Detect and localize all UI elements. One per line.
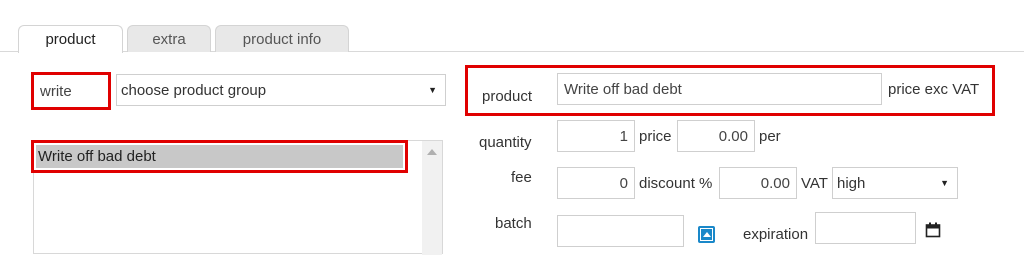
- discount-field[interactable]: 0.00: [719, 167, 797, 199]
- vat-label: VAT: [801, 175, 828, 192]
- expand-up-icon[interactable]: [698, 226, 715, 243]
- product-group-select-value: choose product group: [121, 81, 267, 99]
- price-mode-label: price exc VAT: [888, 81, 980, 98]
- product-group-select[interactable]: choose product group ▼: [116, 74, 446, 106]
- tab-product-info[interactable]: product info: [215, 25, 349, 52]
- list-scrollbar[interactable]: [422, 141, 442, 255]
- list-item[interactable]: Write off bad debt: [36, 145, 403, 168]
- expiration-field[interactable]: [815, 212, 916, 244]
- per-label: per: [759, 128, 781, 145]
- chevron-down-icon: ▼: [940, 178, 949, 188]
- chevron-down-icon: ▼: [428, 85, 437, 95]
- tab-product[interactable]: product: [18, 25, 123, 53]
- batch-field[interactable]: [557, 215, 684, 247]
- tab-product-info-label: product info: [242, 30, 322, 48]
- write-field-value: write: [40, 82, 72, 100]
- tab-product-label: product: [45, 31, 96, 48]
- calendar-icon[interactable]: [925, 222, 941, 238]
- batch-label: batch: [495, 215, 532, 232]
- expiration-label: expiration: [743, 226, 809, 243]
- tab-extra-label: extra: [152, 30, 186, 48]
- discount-label: discount %: [639, 175, 713, 192]
- price-label: price: [639, 128, 672, 145]
- discount-value: 0.00: [760, 174, 790, 192]
- product-name-field[interactable]: Write off bad debt: [557, 73, 882, 105]
- price-value: 0.00: [718, 127, 748, 145]
- fee-value: 0: [619, 174, 628, 192]
- vat-select-value: high: [837, 174, 866, 192]
- fee-field[interactable]: 0: [557, 167, 635, 199]
- list-item-label: Write off bad debt: [38, 148, 156, 165]
- quantity-label: quantity: [479, 134, 532, 151]
- vat-select[interactable]: high ▼: [832, 167, 958, 199]
- tab-extra[interactable]: extra: [127, 25, 211, 52]
- write-field[interactable]: write: [31, 72, 111, 110]
- fee-label: fee: [511, 169, 532, 186]
- price-field[interactable]: 0.00: [677, 120, 755, 152]
- scroll-up-arrow-icon[interactable]: [427, 149, 437, 155]
- product-name-value: Write off bad debt: [564, 80, 682, 98]
- quantity-field[interactable]: 1: [557, 120, 635, 152]
- quantity-value: 1: [619, 127, 628, 145]
- product-label: product: [482, 88, 533, 105]
